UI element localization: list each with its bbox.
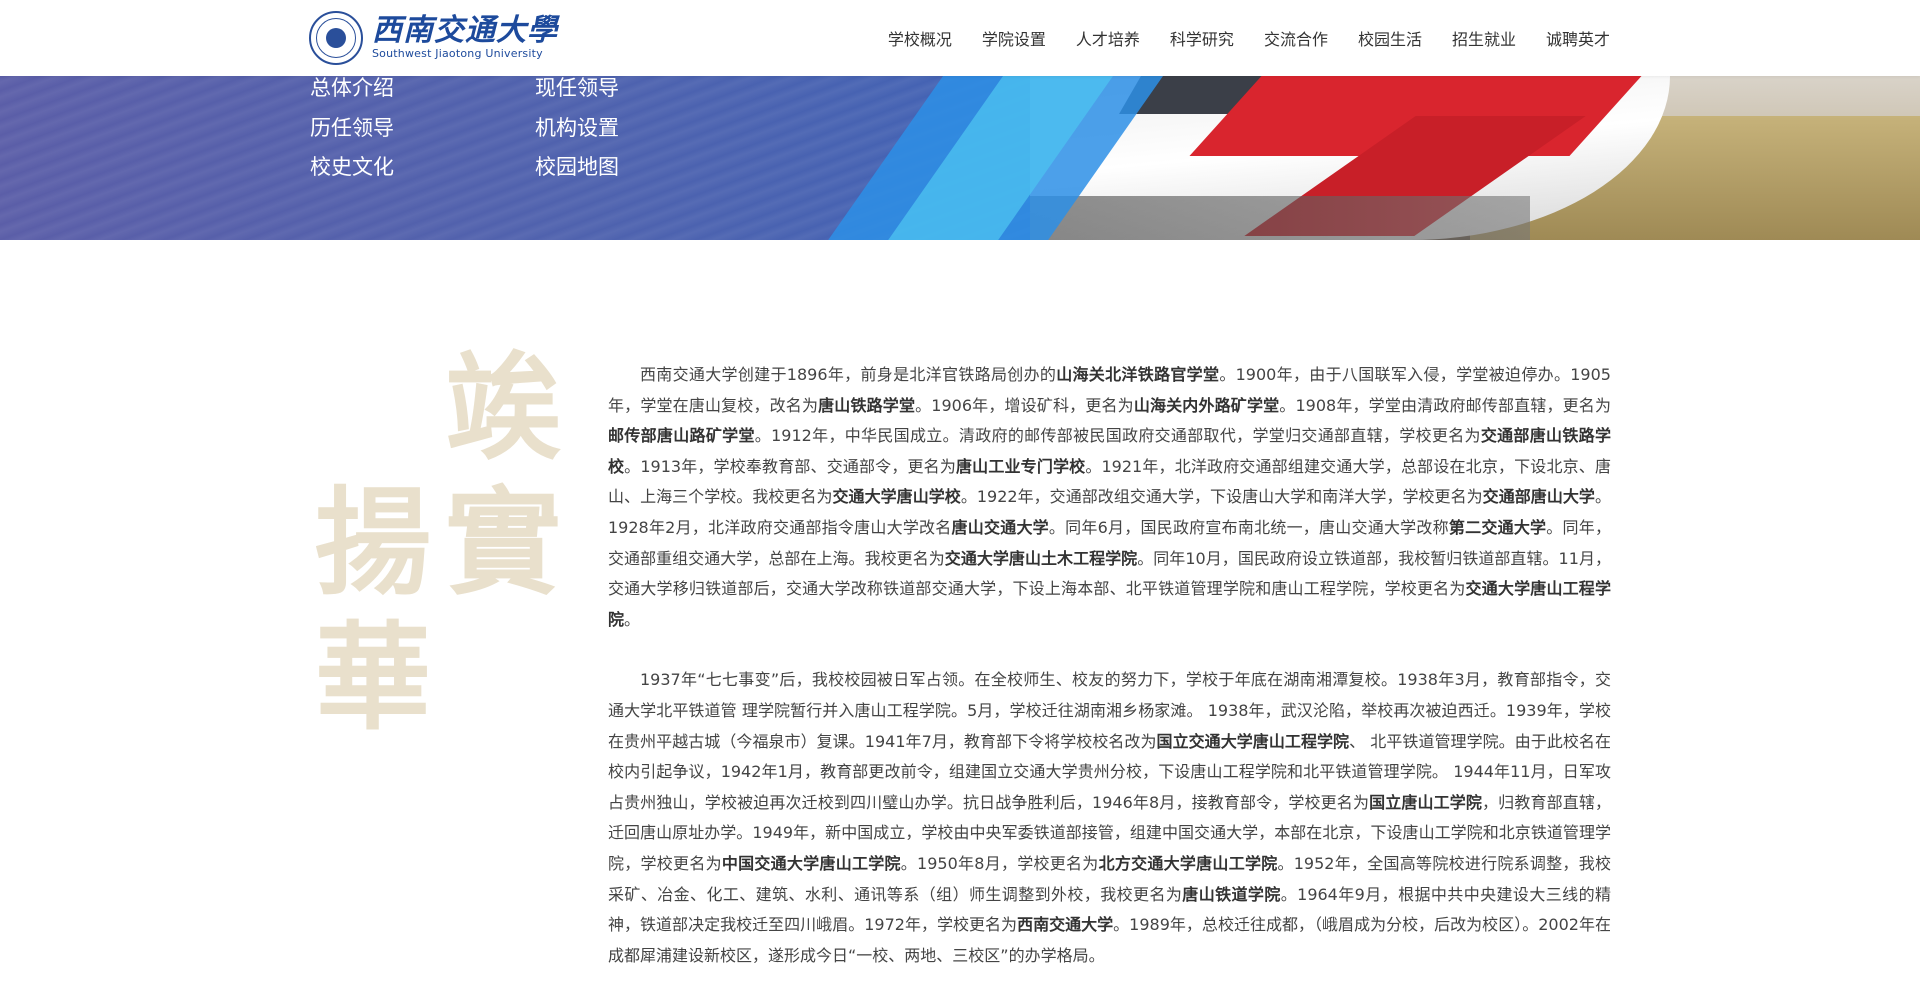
banner: 总体介绍 现任领导 历任领导 机构设置 校史文化 校园地图: [0, 76, 1920, 240]
nav-item-admissions[interactable]: 招生就业: [1452, 26, 1516, 50]
submenu-history-culture[interactable]: 校史文化: [310, 151, 394, 181]
history-article: 西南交通大学创建于1896年，前身是北洋官铁路局创办的山海关北洋铁路官学堂。19…: [608, 360, 1611, 1001]
highlighted-school-name: 邮传部唐山路矿学堂: [608, 426, 755, 446]
calligraphy-char: 華: [315, 610, 431, 746]
highlighted-school-name: 交通部唐山大学: [1482, 487, 1595, 507]
university-logo[interactable]: 西南交通大學 Southwest Jiaotong University: [309, 10, 558, 66]
calligraphy-char: 揚: [315, 475, 431, 611]
highlighted-school-name: 唐山铁路学堂: [818, 395, 916, 415]
highlighted-school-name: 第二交通大学: [1448, 517, 1547, 537]
submenu-campus-map[interactable]: 校园地图: [535, 151, 619, 181]
highlighted-school-name: 唐山交通大学: [951, 517, 1049, 537]
highlighted-school-name: 山海关内外路矿学堂: [1133, 395, 1280, 415]
submenu-organization[interactable]: 机构设置: [535, 112, 619, 142]
paragraph-text: 。同年6月，国民政府宣布南北统一，唐山交通大学改称: [1048, 517, 1449, 537]
calligraphy-char: 竢: [445, 340, 561, 476]
highlighted-school-name: 山海关北洋铁路官学堂: [1056, 365, 1220, 384]
highlighted-school-name: 西南交通大学: [1017, 915, 1114, 935]
university-seal-icon: [309, 11, 363, 65]
logo-english-name: Southwest Jiaotong University: [372, 47, 543, 60]
paragraph-text: 。1912年，中华民国成立。清政府的邮传部被民国政府交通部取代，学堂归交通部直辖…: [754, 426, 1481, 446]
site-header: 西南交通大學 Southwest Jiaotong University 学校概…: [0, 0, 1920, 76]
paragraph-text: 。1913年，学校奉教育部、交通部令，更名为: [624, 456, 957, 476]
highlighted-school-name: 中国交通大学唐山工学院: [721, 853, 901, 873]
paragraph-text: 。1908年，学堂由清政府邮传部直辖，更名为: [1279, 395, 1611, 415]
paragraph-text: 。1906年，增设矿科，更名为: [915, 395, 1134, 415]
nav-item-careers[interactable]: 诚聘英才: [1546, 26, 1610, 50]
nav-item-colleges[interactable]: 学院设置: [982, 26, 1046, 50]
paragraph-text: 。1950年8月，学校更名为: [900, 853, 1099, 873]
history-paragraph: 1937年“七七事变”后，我校校园被日军占领。在全校师生、校友的努力下，学校于年…: [608, 665, 1611, 971]
nav-item-campus-life[interactable]: 校园生活: [1358, 26, 1422, 50]
logo-chinese-name: 西南交通大學: [372, 13, 558, 48]
submenu-general-intro[interactable]: 总体介绍: [310, 76, 394, 102]
history-paragraph: 西南交通大学创建于1896年，前身是北洋官铁路局创办的山海关北洋铁路官学堂。19…: [608, 360, 1611, 635]
nav-item-exchange[interactable]: 交流合作: [1264, 26, 1328, 50]
highlighted-school-name: 国立唐山工学院: [1369, 792, 1483, 812]
highlighted-school-name: 唐山铁道学院: [1182, 884, 1281, 904]
submenu-former-leaders[interactable]: 历任领导: [310, 112, 394, 142]
paragraph-text: 西南交通大学创建于1896年，前身是北洋官铁路局创办的: [640, 365, 1057, 384]
nav-item-education[interactable]: 人才培养: [1076, 26, 1140, 50]
nav-item-research[interactable]: 科学研究: [1170, 26, 1234, 50]
overview-submenu: 总体介绍 现任领导 历任领导 机构设置 校史文化 校园地图: [310, 76, 650, 240]
paragraph-text: 。1922年，交通部改组交通大学，下设唐山大学和南洋大学，学校更名为: [960, 487, 1483, 507]
paragraph-text: 。: [624, 609, 641, 629]
calligraphy-char: 實: [445, 475, 561, 611]
submenu-current-leaders[interactable]: 现任领导: [535, 76, 619, 102]
highlighted-school-name: 北方交通大学唐山工学院: [1098, 853, 1278, 873]
highlighted-school-name: 唐山工业专门学校: [956, 456, 1086, 476]
highlighted-school-name: 交通大学唐山土木工程学院: [944, 548, 1138, 568]
main-nav: 学校概况 学院设置 人才培养 科学研究 交流合作 校园生活 招生就业 诚聘英才: [858, 0, 1610, 76]
highlighted-school-name: 国立交通大学唐山工程学院: [1156, 731, 1350, 751]
motto-calligraphy: 竢 實 揚 華: [310, 350, 580, 770]
nav-item-school-overview[interactable]: 学校概况: [888, 26, 952, 50]
highlighted-school-name: 交通大学唐山学校: [832, 487, 961, 507]
